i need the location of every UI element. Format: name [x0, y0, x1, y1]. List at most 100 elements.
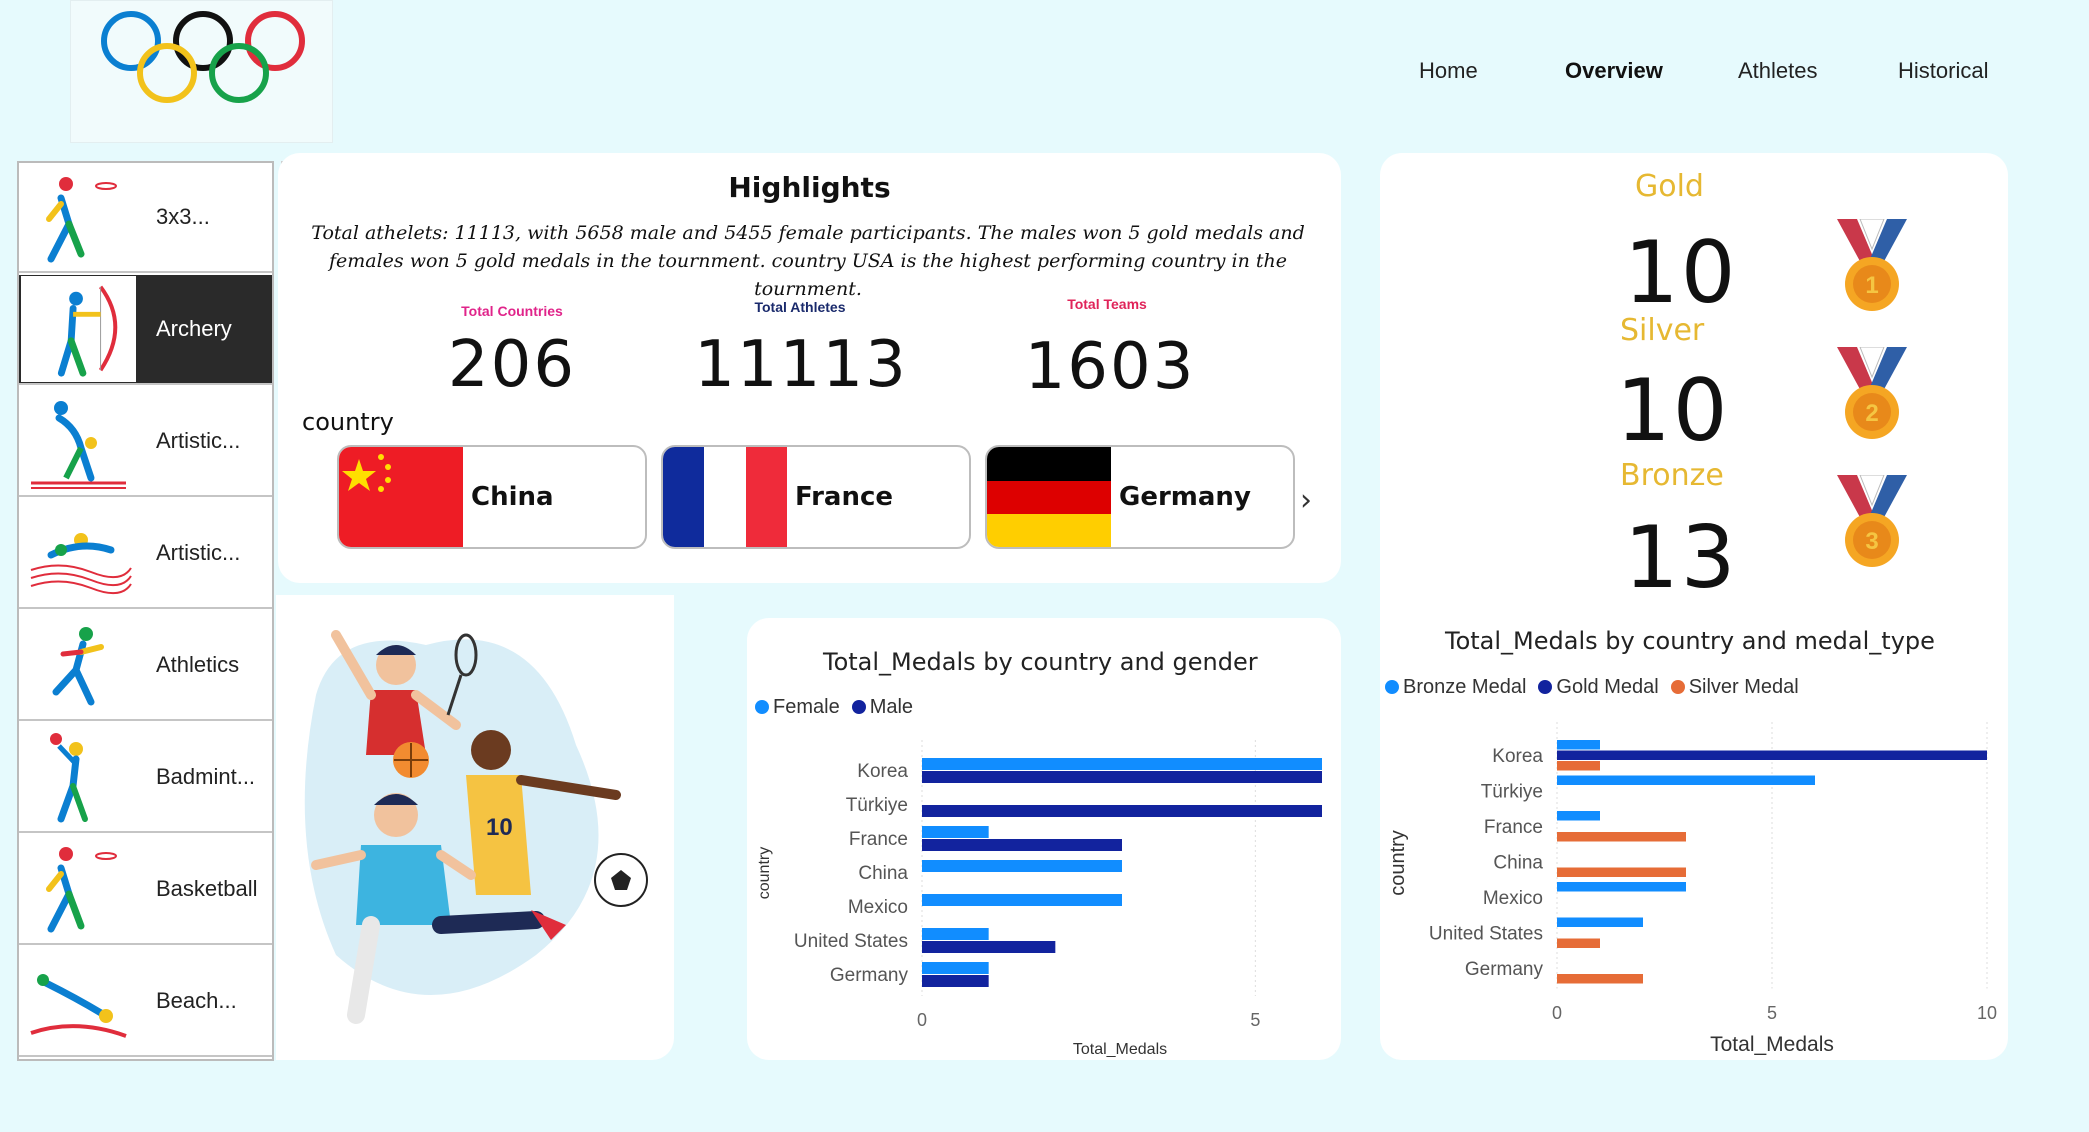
y-category-label: United States	[794, 931, 908, 952]
sport-item-label: Artistic...	[156, 540, 241, 565]
country-card-label: China	[471, 482, 554, 512]
x-axis-label: Total_Medals	[1710, 1033, 1834, 1056]
y-category-label: Korea	[1492, 746, 1543, 767]
bar-silver-medal	[1557, 867, 1686, 877]
y-category-label: United States	[1429, 923, 1543, 944]
olympic-rings-icon	[101, 11, 305, 103]
bar-female	[922, 928, 989, 940]
artistic-swimming-icon	[21, 500, 136, 606]
nav-historical[interactable]: Historical	[1898, 58, 1988, 84]
kpi-countries-value: 206	[447, 328, 577, 402]
y-category-label: Türkiye	[1481, 781, 1543, 802]
x-tick-label: 10	[1977, 1003, 1997, 1023]
y-category-label: Türkiye	[846, 795, 908, 816]
chevron-right-icon[interactable]: ›	[1300, 483, 1312, 518]
sport-item-label: Beach...	[156, 988, 237, 1013]
bar-female	[922, 758, 1322, 770]
kpi-countries-label: Total Countries	[461, 303, 563, 319]
germany-flag-icon	[987, 447, 1111, 547]
y-category-label: France	[849, 829, 908, 850]
bar-female	[922, 894, 1122, 906]
bar-male	[922, 805, 1322, 817]
bar-silver-medal	[1557, 938, 1600, 948]
sport-item-label: Badmint...	[156, 764, 256, 789]
sport-item-artistic-swimming[interactable]: Artistic...	[19, 499, 272, 609]
sport-item-badminton[interactable]: Badmint...	[19, 723, 272, 833]
beach-volleyball-icon	[21, 948, 136, 1054]
medals-card: Gold 10 Silver 10 Bronze 13 1 2 3 Total_…	[1380, 153, 2008, 1060]
basketball-player-icon	[21, 164, 136, 270]
sport-item-label: Basketball	[156, 876, 258, 901]
nav-overview[interactable]: Overview	[1565, 58, 1663, 84]
y-category-label: Germany	[830, 965, 909, 986]
bar-male	[922, 975, 989, 987]
bar-male	[922, 771, 1322, 783]
y-category-label: China	[1493, 852, 1543, 873]
y-category-label: Germany	[1465, 959, 1544, 980]
x-axis-label: Total_Medals	[1073, 1041, 1167, 1058]
sport-slicer[interactable]: 3x3... Archery Artistic... Artistic... A…	[17, 161, 274, 1061]
gender-bar-chart: 0 5 Korea Türkiye France China Mexico United St…	[756, 740, 1322, 1058]
bar-bronze-medal	[1557, 811, 1600, 821]
sport-item-label: 3x3...	[156, 204, 210, 229]
athletics-icon	[21, 612, 136, 718]
sports-illustration-card: 10	[276, 595, 674, 1060]
bar-female	[922, 826, 989, 838]
country-card-china[interactable]: China	[337, 445, 647, 549]
archery-icon	[21, 276, 136, 382]
sport-item-3x3[interactable]: 3x3...	[19, 163, 272, 273]
country-card-label: Germany	[1119, 482, 1251, 512]
bar-male	[922, 941, 1056, 953]
country-card-france[interactable]: France	[661, 445, 971, 549]
bar-female	[922, 962, 989, 974]
sport-item-athletics[interactable]: Athletics	[19, 611, 272, 721]
x-tick-label: 5	[1250, 1010, 1260, 1030]
x-tick-label: 0	[917, 1010, 927, 1030]
y-category-label: Korea	[857, 761, 908, 782]
nav-home[interactable]: Home	[1419, 58, 1478, 84]
sport-item-label: Archery	[156, 316, 232, 341]
kpi-teams-value: 1603	[1024, 330, 1196, 404]
badminton-icon	[21, 724, 136, 830]
sport-item-label: Artistic...	[156, 428, 241, 453]
kpi-athletes-label: Total Athletes	[754, 299, 846, 315]
x-tick-label: 0	[1552, 1003, 1562, 1023]
y-category-label: France	[1484, 817, 1543, 838]
sport-item-artistic-gymnastics[interactable]: Artistic...	[19, 387, 272, 497]
bar-bronze-medal	[1557, 775, 1815, 785]
country-card-germany[interactable]: Germany	[985, 445, 1295, 549]
china-flag-icon	[339, 447, 463, 547]
sport-item-archery[interactable]: Archery	[19, 275, 272, 385]
bar-bronze-medal	[1557, 740, 1600, 750]
y-axis-label: country	[756, 847, 773, 899]
sport-item-basketball[interactable]: Basketball	[19, 835, 272, 945]
medal-type-bar-chart: 0 5 10 Korea Türkiye France China Mexico United …	[1387, 722, 1997, 1056]
france-flag-icon	[663, 447, 787, 547]
sport-item-beach[interactable]: Beach...	[19, 947, 272, 1057]
svg-text:10: 10	[486, 814, 513, 841]
country-slicer-label: country	[302, 408, 394, 436]
highlights-title: Highlights	[728, 171, 891, 204]
gender-chart-card: Total_Medals by country and gender Femal…	[747, 618, 1341, 1060]
y-category-label: Mexico	[1483, 888, 1543, 909]
y-category-label: Mexico	[848, 897, 908, 918]
basketball-icon	[21, 836, 136, 942]
bar-female	[922, 860, 1122, 872]
bar-male	[922, 839, 1122, 851]
y-axis-label: country	[1387, 830, 1409, 896]
bar-silver-medal	[1557, 761, 1600, 771]
bar-gold-medal	[1557, 750, 1987, 760]
olympic-logo	[70, 0, 333, 143]
sport-item-label: Athletics	[156, 652, 240, 677]
bar-bronze-medal	[1557, 917, 1643, 927]
bar-silver-medal	[1557, 832, 1686, 842]
x-tick-label: 5	[1767, 1003, 1777, 1023]
highlights-text: Total athelets: 11113, with 5658 male an…	[311, 222, 1305, 300]
kpi-athletes-value: 11113	[694, 328, 908, 402]
sports-illustration-image: 10	[304, 630, 648, 1024]
nav-athletes[interactable]: Athletes	[1738, 58, 1818, 84]
bar-bronze-medal	[1557, 882, 1686, 892]
gymnastics-icon	[21, 388, 136, 494]
country-card-label: France	[795, 482, 894, 512]
kpi-teams-label: Total Teams	[1067, 296, 1147, 312]
